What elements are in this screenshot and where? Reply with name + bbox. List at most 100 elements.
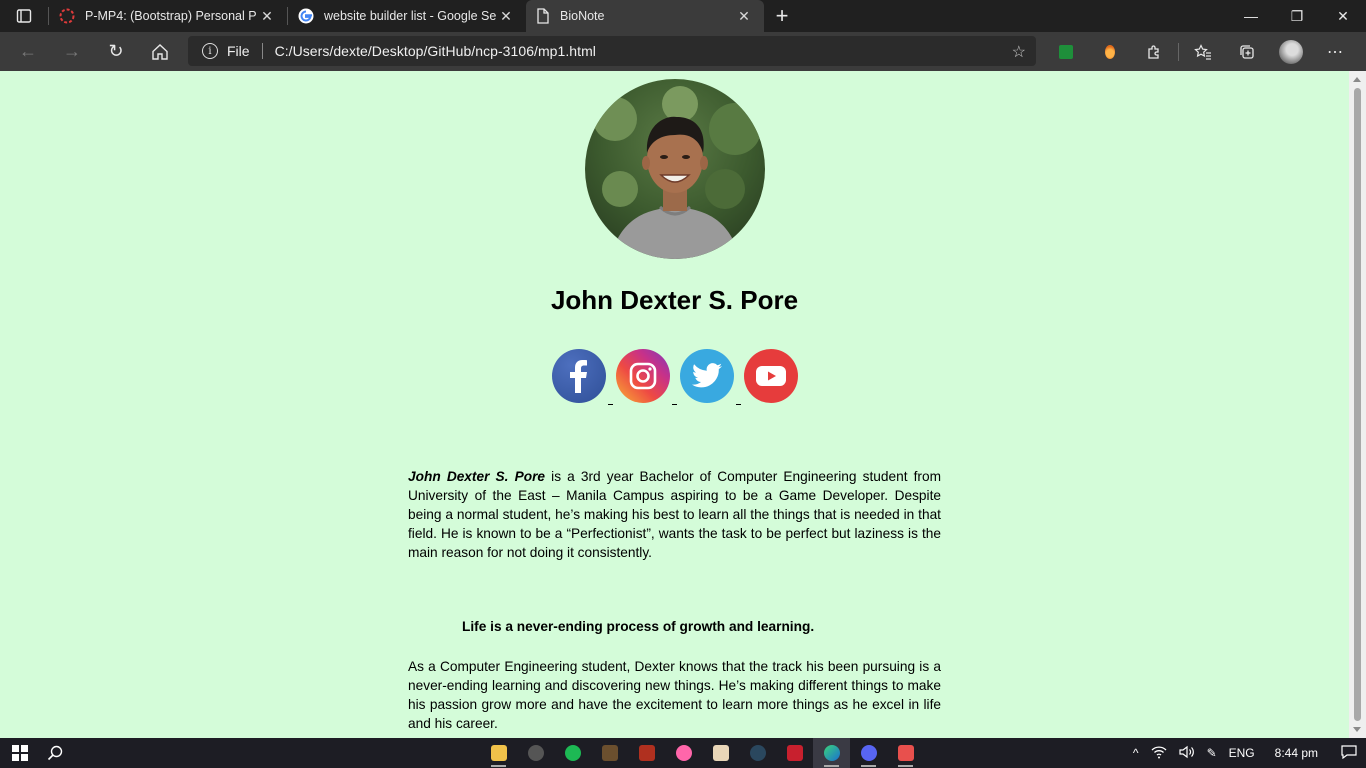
profile-button[interactable] [1269,32,1313,71]
steam-icon [749,745,766,761]
valorant-icon [786,745,803,761]
instagram-link[interactable] [616,349,677,405]
scroll-up-icon[interactable] [1353,77,1361,82]
app-icon [527,745,544,761]
social-links [552,349,798,405]
tab-google-search[interactable]: website builder list - Google Sea ✕ [288,0,526,32]
wifi-icon[interactable] [1145,745,1173,762]
pen-icon[interactable]: ✎ [1201,746,1223,760]
instagram-icon [629,362,657,390]
twitter-icon [692,363,722,388]
extension-orange-button[interactable] [1088,32,1132,71]
home-button[interactable] [138,32,182,71]
collections-icon [1240,44,1254,59]
start-button[interactable] [0,738,40,768]
google-icon [298,8,314,24]
restore-button[interactable]: ❐ [1274,0,1320,32]
folder-icon [490,745,507,761]
favorites-icon [1194,43,1211,60]
collections-button[interactable] [1225,32,1269,71]
youtube-icon [756,366,786,386]
tab-portfolio[interactable]: P-MP4: (Bootstrap) Personal Port ✕ [49,0,287,32]
close-icon[interactable]: ✕ [257,8,277,25]
address-bar[interactable]: i File C:/Users/dexte/Desktop/GitHub/ncp… [188,36,1036,66]
tab-title: website builder list - Google Sea [324,9,496,23]
extension-green-button[interactable] [1044,32,1088,71]
profile-photo-image [585,79,765,259]
settings-more-button[interactable]: ⋯ [1313,32,1357,71]
motto-text: Life is a never-ending process of growth… [462,619,815,634]
tab-bionote[interactable]: BioNote ✕ [526,0,764,32]
url-text[interactable]: C:/Users/dexte/Desktop/GitHub/ncp-3106/m… [275,43,596,59]
discord-button[interactable] [850,738,887,768]
extension-icon [1059,44,1073,59]
scrollbar-thumb[interactable] [1354,88,1361,721]
search-button[interactable] [40,738,70,768]
forward-button[interactable]: → [50,32,94,71]
info-icon[interactable]: i [202,43,218,59]
scroll-down-icon[interactable] [1353,727,1361,732]
snipping-tool-button[interactable] [887,738,924,768]
profile-photo [585,79,765,259]
extension-icon [1105,44,1115,59]
show-hidden-icons[interactable]: ^ [1127,746,1145,760]
youtube-link[interactable] [744,349,798,403]
tab-actions-button[interactable] [0,0,48,32]
language-indicator[interactable]: ENG [1223,746,1261,760]
minimize-button[interactable]: — [1228,0,1274,32]
avatar [1279,39,1303,64]
puzzle-icon [1148,44,1159,59]
dota-button[interactable] [628,738,665,768]
valorant-button[interactable] [776,738,813,768]
clock[interactable]: 8:44 pm [1261,746,1332,760]
page-icon [537,8,549,24]
spotify-button[interactable] [554,738,591,768]
steam-button[interactable] [739,738,776,768]
taskbar-apps [480,738,924,768]
new-tab-button[interactable]: + [764,0,800,32]
taskbar: ^ ✎ ENG 8:44 pm [0,738,1366,768]
volume-icon[interactable] [1173,745,1201,762]
learning-paragraph: As a Computer Engineering student, Dexte… [408,659,941,731]
favorites-button[interactable] [1181,32,1225,71]
edge-button[interactable] [813,738,850,768]
close-window-button[interactable]: ✕ [1320,0,1366,32]
facebook-icon [570,360,587,393]
close-icon[interactable]: ✕ [496,8,516,25]
facebook-link[interactable] [552,349,613,405]
window-controls: — ❐ ✕ [1228,0,1366,32]
back-button[interactable]: ← [6,32,50,71]
spotify-icon [564,745,581,761]
file-explorer-button[interactable] [480,738,517,768]
steering-app-button[interactable] [517,738,554,768]
bio-paragraph: John Dexter S. Pore is a 3rd year Bachel… [408,467,941,562]
link-underline [608,404,613,405]
minecraft-icon [601,745,618,761]
scheme-label: File [227,43,250,59]
refresh-button[interactable]: ↻ [94,32,138,71]
notification-icon[interactable] [1332,744,1366,762]
extensions-button[interactable] [1132,32,1176,71]
close-icon[interactable]: ✕ [734,8,754,25]
loading-icon [59,8,75,24]
discord-icon [860,745,877,761]
tab-title: BioNote [560,9,605,23]
tab-title: P-MP4: (Bootstrap) Personal Port [85,9,257,23]
game-icon [712,745,729,761]
system-tray: ^ ✎ ENG 8:44 pm [1127,738,1366,768]
browser-toolbar: ← → ↻ i File C:/Users/dexte/Desktop/GitH… [0,32,1366,71]
game-app-button[interactable] [702,738,739,768]
link-underline [672,404,677,405]
osu-button[interactable] [665,738,702,768]
minecraft-button[interactable] [591,738,628,768]
dota-icon [638,745,655,761]
tab-actions-icon [16,9,32,23]
edge-icon [823,745,840,761]
add-favorite-icon[interactable]: ☆ [1012,42,1026,62]
windows-icon [12,745,28,761]
address-divider [261,43,263,59]
twitter-link[interactable] [680,349,741,405]
link-underline [736,404,741,405]
page-viewport: John Dexter S. Pore John Dexter S. Pore … [0,71,1349,738]
vertical-scrollbar[interactable] [1349,71,1366,738]
